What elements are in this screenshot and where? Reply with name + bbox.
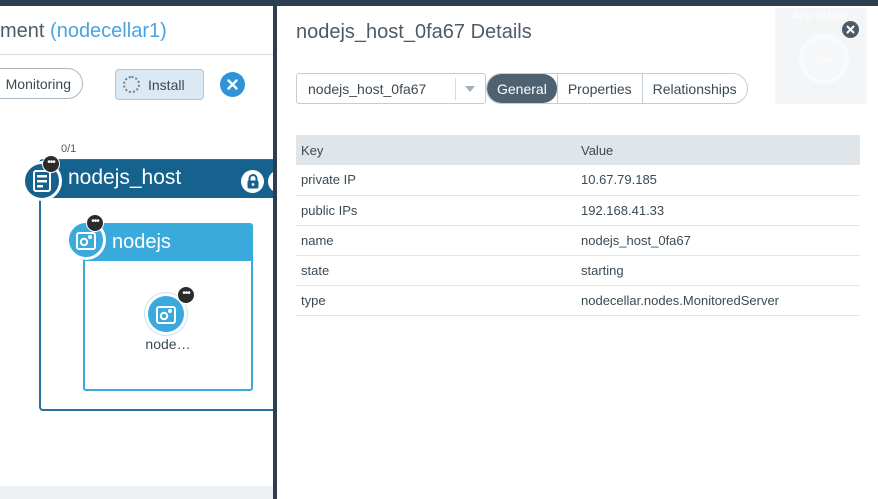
details-title: nodejs_host_0fa67 Details bbox=[296, 21, 532, 43]
app-status-ring: 0% bbox=[799, 34, 849, 84]
table-row: name nodejs_host_0fa67 bbox=[296, 225, 860, 256]
inner-node-name: node… bbox=[145, 336, 191, 352]
host-instance-count: 0/1 bbox=[61, 143, 77, 155]
instance-select[interactable]: nodejs_host_0fa67 bbox=[296, 73, 486, 104]
deployment-title: ment (nodecellar1) bbox=[0, 20, 167, 43]
table-row: state starting bbox=[296, 255, 860, 286]
app-status-label: App Status bbox=[793, 10, 847, 22]
spinner-icon bbox=[123, 76, 140, 93]
close-icon bbox=[227, 79, 238, 90]
inner-more-options-icon[interactable]: ••• bbox=[177, 286, 195, 304]
monitoring-button-label: Monitoring bbox=[5, 75, 71, 92]
tab-relationships[interactable]: Relationships bbox=[641, 74, 747, 103]
close-icon bbox=[846, 25, 855, 34]
row-value: nodejs_host_0fa67 bbox=[574, 225, 860, 256]
row-value: starting bbox=[574, 255, 860, 286]
monitoring-button[interactable]: Monitoring bbox=[0, 68, 83, 99]
nodejs-more-options-icon[interactable]: ••• bbox=[86, 214, 104, 232]
install-button[interactable]: Install bbox=[115, 69, 204, 100]
install-button-label: Install bbox=[148, 76, 185, 93]
host-more-options-icon[interactable]: ••• bbox=[42, 155, 60, 173]
details-table: Key Value private IP 10.67.79.185 public… bbox=[296, 135, 860, 316]
close-details-button[interactable] bbox=[842, 21, 859, 38]
table-row: private IP 10.67.79.185 bbox=[296, 165, 860, 196]
cancel-execution-button[interactable] bbox=[220, 72, 245, 97]
row-value: 10.67.79.185 bbox=[574, 165, 860, 196]
table-row: public IPs 192.168.41.33 bbox=[296, 195, 860, 226]
row-key: state bbox=[296, 255, 574, 286]
row-key: type bbox=[296, 285, 574, 316]
deployment-title-prefix: ment bbox=[0, 20, 45, 42]
tab-properties[interactable]: Properties bbox=[556, 74, 642, 103]
column-header-value: Value bbox=[574, 135, 860, 165]
table-header-row: Key Value bbox=[296, 135, 860, 165]
instance-select-value: nodejs_host_0fa67 bbox=[308, 81, 427, 97]
title-divider bbox=[0, 54, 276, 55]
host-node-name: nodejs_host bbox=[68, 166, 182, 189]
details-tabs: General Properties Relationships bbox=[486, 73, 748, 104]
deployment-name: (nodecellar1) bbox=[50, 20, 167, 42]
nodejs-node-name: nodejs bbox=[112, 231, 171, 253]
chevron-down-icon[interactable] bbox=[465, 86, 475, 92]
row-key: name bbox=[296, 225, 574, 256]
app-status-percent: 0% bbox=[816, 54, 832, 66]
topology-pane: ment (nodecellar1) Monitoring Install no… bbox=[0, 6, 276, 499]
row-value: 192.168.41.33 bbox=[574, 195, 860, 226]
details-panel: nodejs_host_0fa67 Details App Status 0% … bbox=[277, 6, 878, 499]
tab-general[interactable]: General bbox=[487, 74, 557, 103]
table-row: type nodecellar.nodes.MonitoredServer bbox=[296, 285, 860, 316]
lock-icon[interactable] bbox=[241, 170, 264, 193]
select-divider bbox=[455, 78, 456, 100]
column-header-key: Key bbox=[296, 135, 574, 165]
left-footer-strip bbox=[0, 486, 276, 499]
row-key: public IPs bbox=[296, 195, 574, 226]
row-value: nodecellar.nodes.MonitoredServer bbox=[574, 285, 860, 316]
row-key: private IP bbox=[296, 165, 574, 196]
